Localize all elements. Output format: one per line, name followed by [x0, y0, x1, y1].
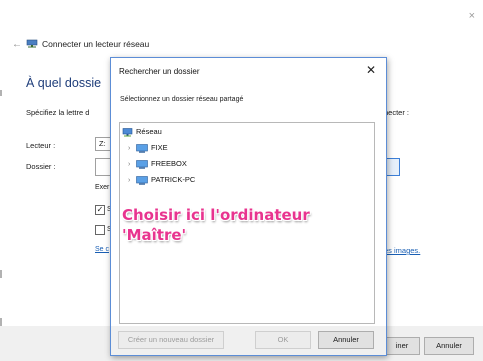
annotation-line-1: Choisir ici l'ordinateur — [122, 206, 310, 224]
tree-item-network[interactable]: Réseau — [122, 127, 162, 137]
drive-label: Lecteur : — [26, 141, 56, 150]
connect-website-link[interactable]: Se c — [95, 246, 109, 253]
back-arrow-icon[interactable]: ← — [12, 39, 22, 50]
folder-label: Dossier : — [26, 162, 56, 171]
tree-item-label: FREEBOX — [151, 159, 187, 168]
annotation-line-2: 'Maître' — [122, 226, 187, 244]
computer-icon — [136, 159, 148, 169]
close-icon[interactable]: × — [469, 10, 475, 22]
finish-button[interactable]: iner — [384, 337, 420, 355]
credentials-checkbox[interactable] — [95, 225, 105, 235]
window-edge-marks — [0, 90, 2, 326]
ok-button[interactable]: OK — [255, 331, 311, 349]
dialog-close-icon[interactable]: ✕ — [366, 63, 376, 77]
tree-item-fixe[interactable]: › FIXE — [128, 143, 168, 153]
tree-item-patrick-pc[interactable]: › PATRICK-PC — [128, 175, 195, 185]
network-icon — [122, 127, 133, 137]
computer-icon — [136, 143, 148, 153]
computer-icon — [136, 175, 148, 185]
reconnect-checkbox[interactable]: ✓ — [95, 205, 105, 215]
chevron-right-icon[interactable]: › — [128, 177, 136, 184]
network-drive-icon — [26, 39, 38, 48]
chevron-right-icon[interactable]: › — [128, 161, 136, 168]
dialog-subtitle: Sélectionnez un dossier réseau partagé — [120, 96, 244, 103]
instructions-text-end: necter : — [384, 108, 410, 117]
dialog-title: Rechercher un dossier — [119, 67, 200, 76]
chevron-right-icon[interactable]: › — [128, 145, 136, 152]
new-folder-button[interactable]: Créer un nouveau dossier — [118, 331, 224, 349]
instructions-text: Spécifiez la lettre d — [26, 108, 90, 117]
connect-website-link-end[interactable]: es images. — [384, 246, 420, 255]
example-text: Exer — [95, 184, 110, 191]
wizard-cancel-button[interactable]: Annuler — [424, 337, 474, 355]
page-heading: À quel dossie — [26, 76, 102, 90]
tree-item-label: PATRICK-PC — [151, 175, 196, 184]
wizard-title: Connecter un lecteur réseau — [42, 39, 150, 49]
tree-item-freebox[interactable]: › FREEBOX — [128, 159, 187, 169]
tree-item-label: Réseau — [136, 127, 162, 136]
tree-item-label: FIXE — [151, 143, 168, 152]
dialog-cancel-button[interactable]: Annuler — [318, 331, 374, 349]
